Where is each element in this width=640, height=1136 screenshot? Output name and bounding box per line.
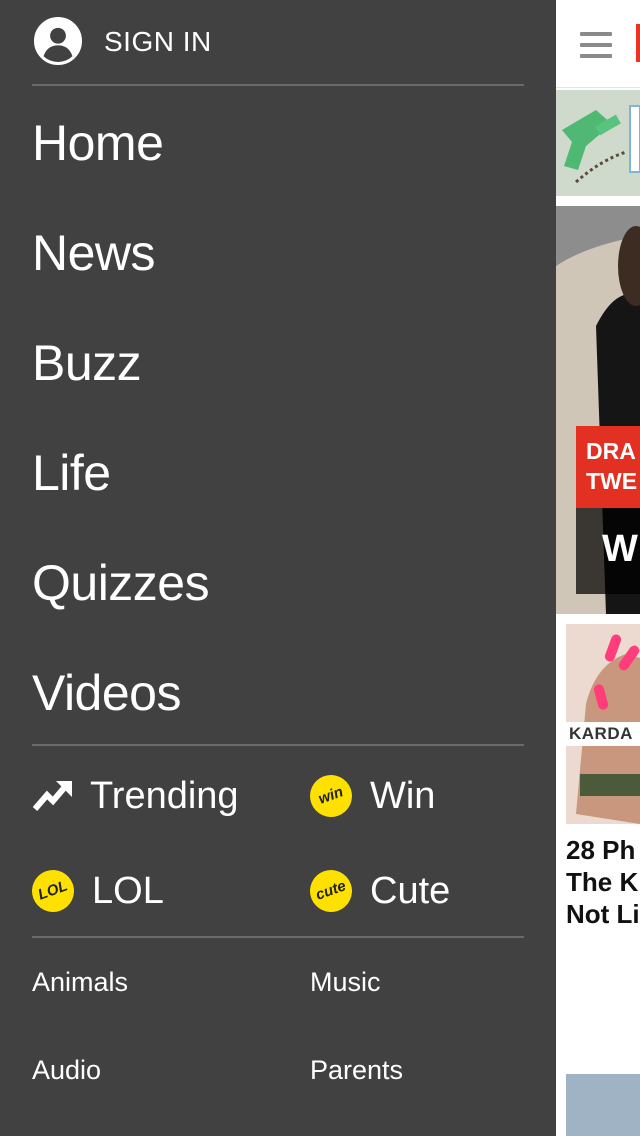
ad-banner-image[interactable] [556, 90, 640, 196]
lol-badge-icon: LOL [26, 864, 80, 918]
glue-gun-image [556, 90, 640, 196]
next-article-image[interactable] [566, 1074, 640, 1136]
tag-trending[interactable]: Trending [32, 774, 239, 818]
category-music[interactable]: Music [310, 965, 381, 999]
category-audio[interactable]: Audio [32, 1053, 101, 1087]
win-badge-icon: win [304, 769, 358, 823]
user-avatar-icon [34, 17, 82, 65]
divider [32, 744, 524, 746]
cute-badge-icon: cute [304, 864, 358, 918]
hero-tag-line: DRA [586, 438, 636, 464]
tag-win-label: Win [370, 775, 436, 817]
side-drawer: SIGN IN Home News Buzz Life Quizzes Vide… [0, 0, 556, 1136]
tag-lol[interactable]: LOL LOL [26, 864, 164, 918]
nav-item-quizzes[interactable]: Quizzes [32, 553, 210, 613]
nav-item-home[interactable]: Home [32, 113, 164, 173]
trending-arrow-icon [32, 781, 72, 811]
hero-title[interactable]: W [576, 508, 640, 594]
sign-in-label[interactable]: SIGN IN [104, 26, 212, 58]
tag-win[interactable]: win Win [304, 769, 436, 823]
nav-item-videos[interactable]: Videos [32, 663, 181, 723]
tag-trending-label: Trending [90, 775, 239, 817]
logo-edge [636, 24, 640, 62]
tag-lol-label: LOL [92, 870, 164, 912]
card-title-line: Not Li [566, 899, 640, 929]
hamburger-menu-icon[interactable] [580, 32, 612, 58]
sign-in-row[interactable]: SIGN IN [0, 0, 556, 84]
nav-item-life[interactable]: Life [32, 443, 111, 503]
article-card-title[interactable]: 28 Ph The K Not Li [566, 834, 640, 930]
tag-cute-label: Cute [370, 870, 451, 912]
hero-tag-line: TWE [586, 468, 638, 494]
divider [32, 936, 524, 938]
top-bar [556, 0, 640, 88]
category-animals[interactable]: Animals [32, 965, 128, 999]
tag-cute[interactable]: cute Cute [304, 864, 451, 918]
hero-category-tag: DRA TWE [576, 426, 640, 508]
category-parents[interactable]: Parents [310, 1053, 403, 1087]
card-title-line: The K [566, 867, 639, 897]
article-card-caption: KARDA [566, 722, 640, 746]
nav-item-news[interactable]: News [32, 223, 156, 283]
divider [32, 84, 524, 86]
card-title-line: 28 Ph [566, 835, 636, 865]
main-content-peek[interactable]: DRA TWE W KARDA 28 Ph The K Not Li [556, 0, 640, 1136]
nav-item-buzz[interactable]: Buzz [32, 333, 142, 393]
